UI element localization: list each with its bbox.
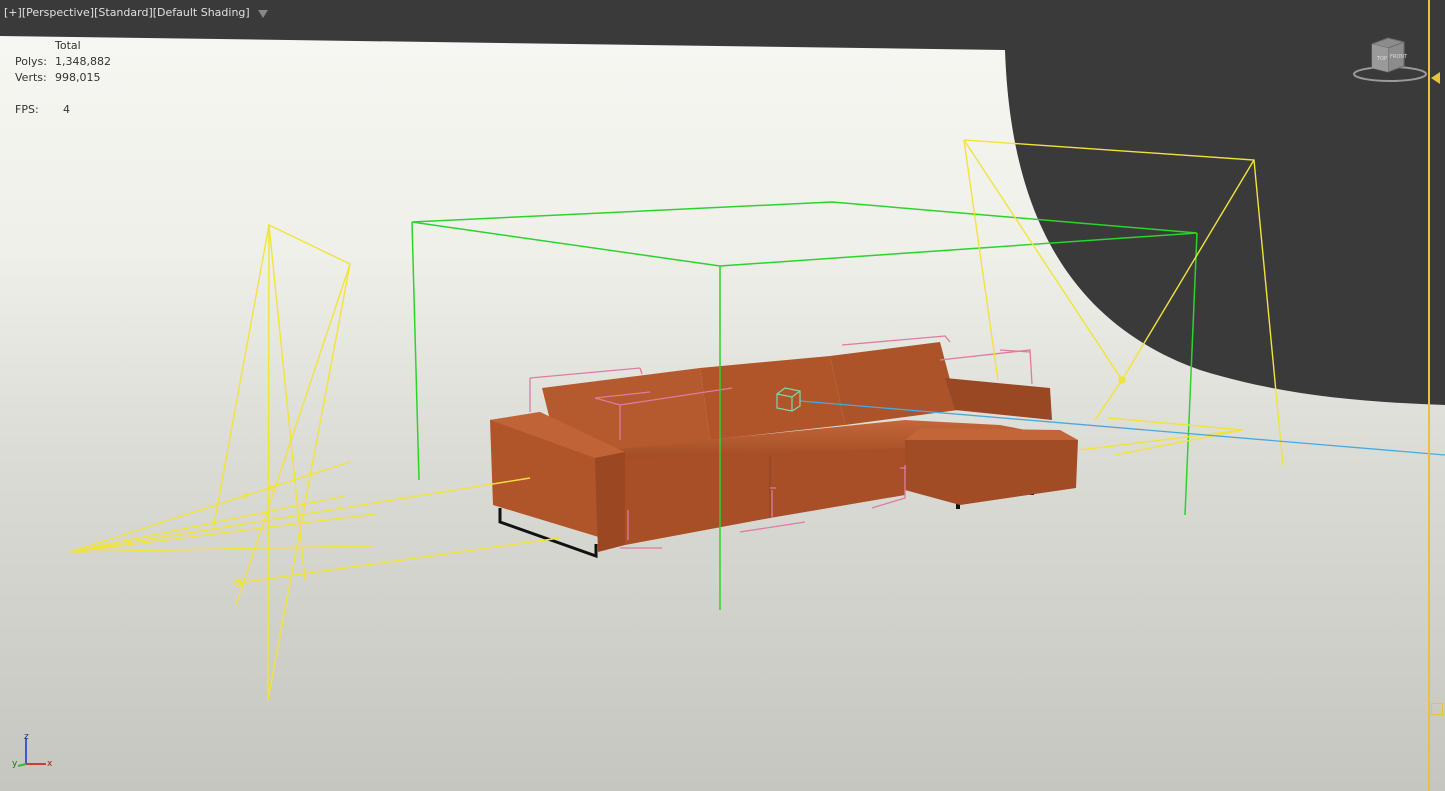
time-slider-marker[interactable] (1431, 72, 1440, 84)
polys-value: 1,348,882 (55, 55, 111, 68)
filter-icon[interactable] (257, 9, 268, 18)
fps-label: FPS: (15, 103, 39, 116)
axis-x-label: x (47, 759, 53, 769)
time-end-marker[interactable] (1431, 703, 1443, 715)
viewcube-face-front[interactable]: FRONT (1390, 54, 1408, 60)
viewport-point-of-view-menu[interactable]: [Perspective] (22, 6, 94, 19)
polys-label: Polys: (15, 55, 47, 68)
axis-tripod-icon: x z y (12, 732, 53, 769)
viewport-plus-menu[interactable]: [+] (4, 6, 22, 19)
verts-label: Verts: (15, 71, 47, 84)
perspective-viewport[interactable]: [+] [Perspective] [Standard] [Default Sh… (0, 0, 1445, 791)
timeline-track[interactable] (1428, 0, 1430, 791)
viewcube-face-top[interactable]: TOP (1376, 56, 1387, 62)
viewport-label-menu[interactable]: [+] [Perspective] [Standard] [Default Sh… (4, 6, 268, 19)
axis-y-label: y (12, 759, 18, 769)
stats-header: Total (55, 39, 81, 52)
scene-canvas[interactable] (0, 0, 1445, 791)
viewcube[interactable]: TOP FRONT (1352, 36, 1428, 84)
fps-value: 4 (63, 103, 70, 116)
axis-z-label: z (24, 732, 29, 742)
viewport-standard-menu[interactable]: [Standard] (94, 6, 153, 19)
scene-statistics: Total Polys: 1,348,882 Verts: 998,015 FPS:… (15, 38, 111, 118)
viewport-shading-menu[interactable]: [Default Shading] (153, 6, 250, 19)
verts-value: 998,015 (55, 71, 101, 84)
